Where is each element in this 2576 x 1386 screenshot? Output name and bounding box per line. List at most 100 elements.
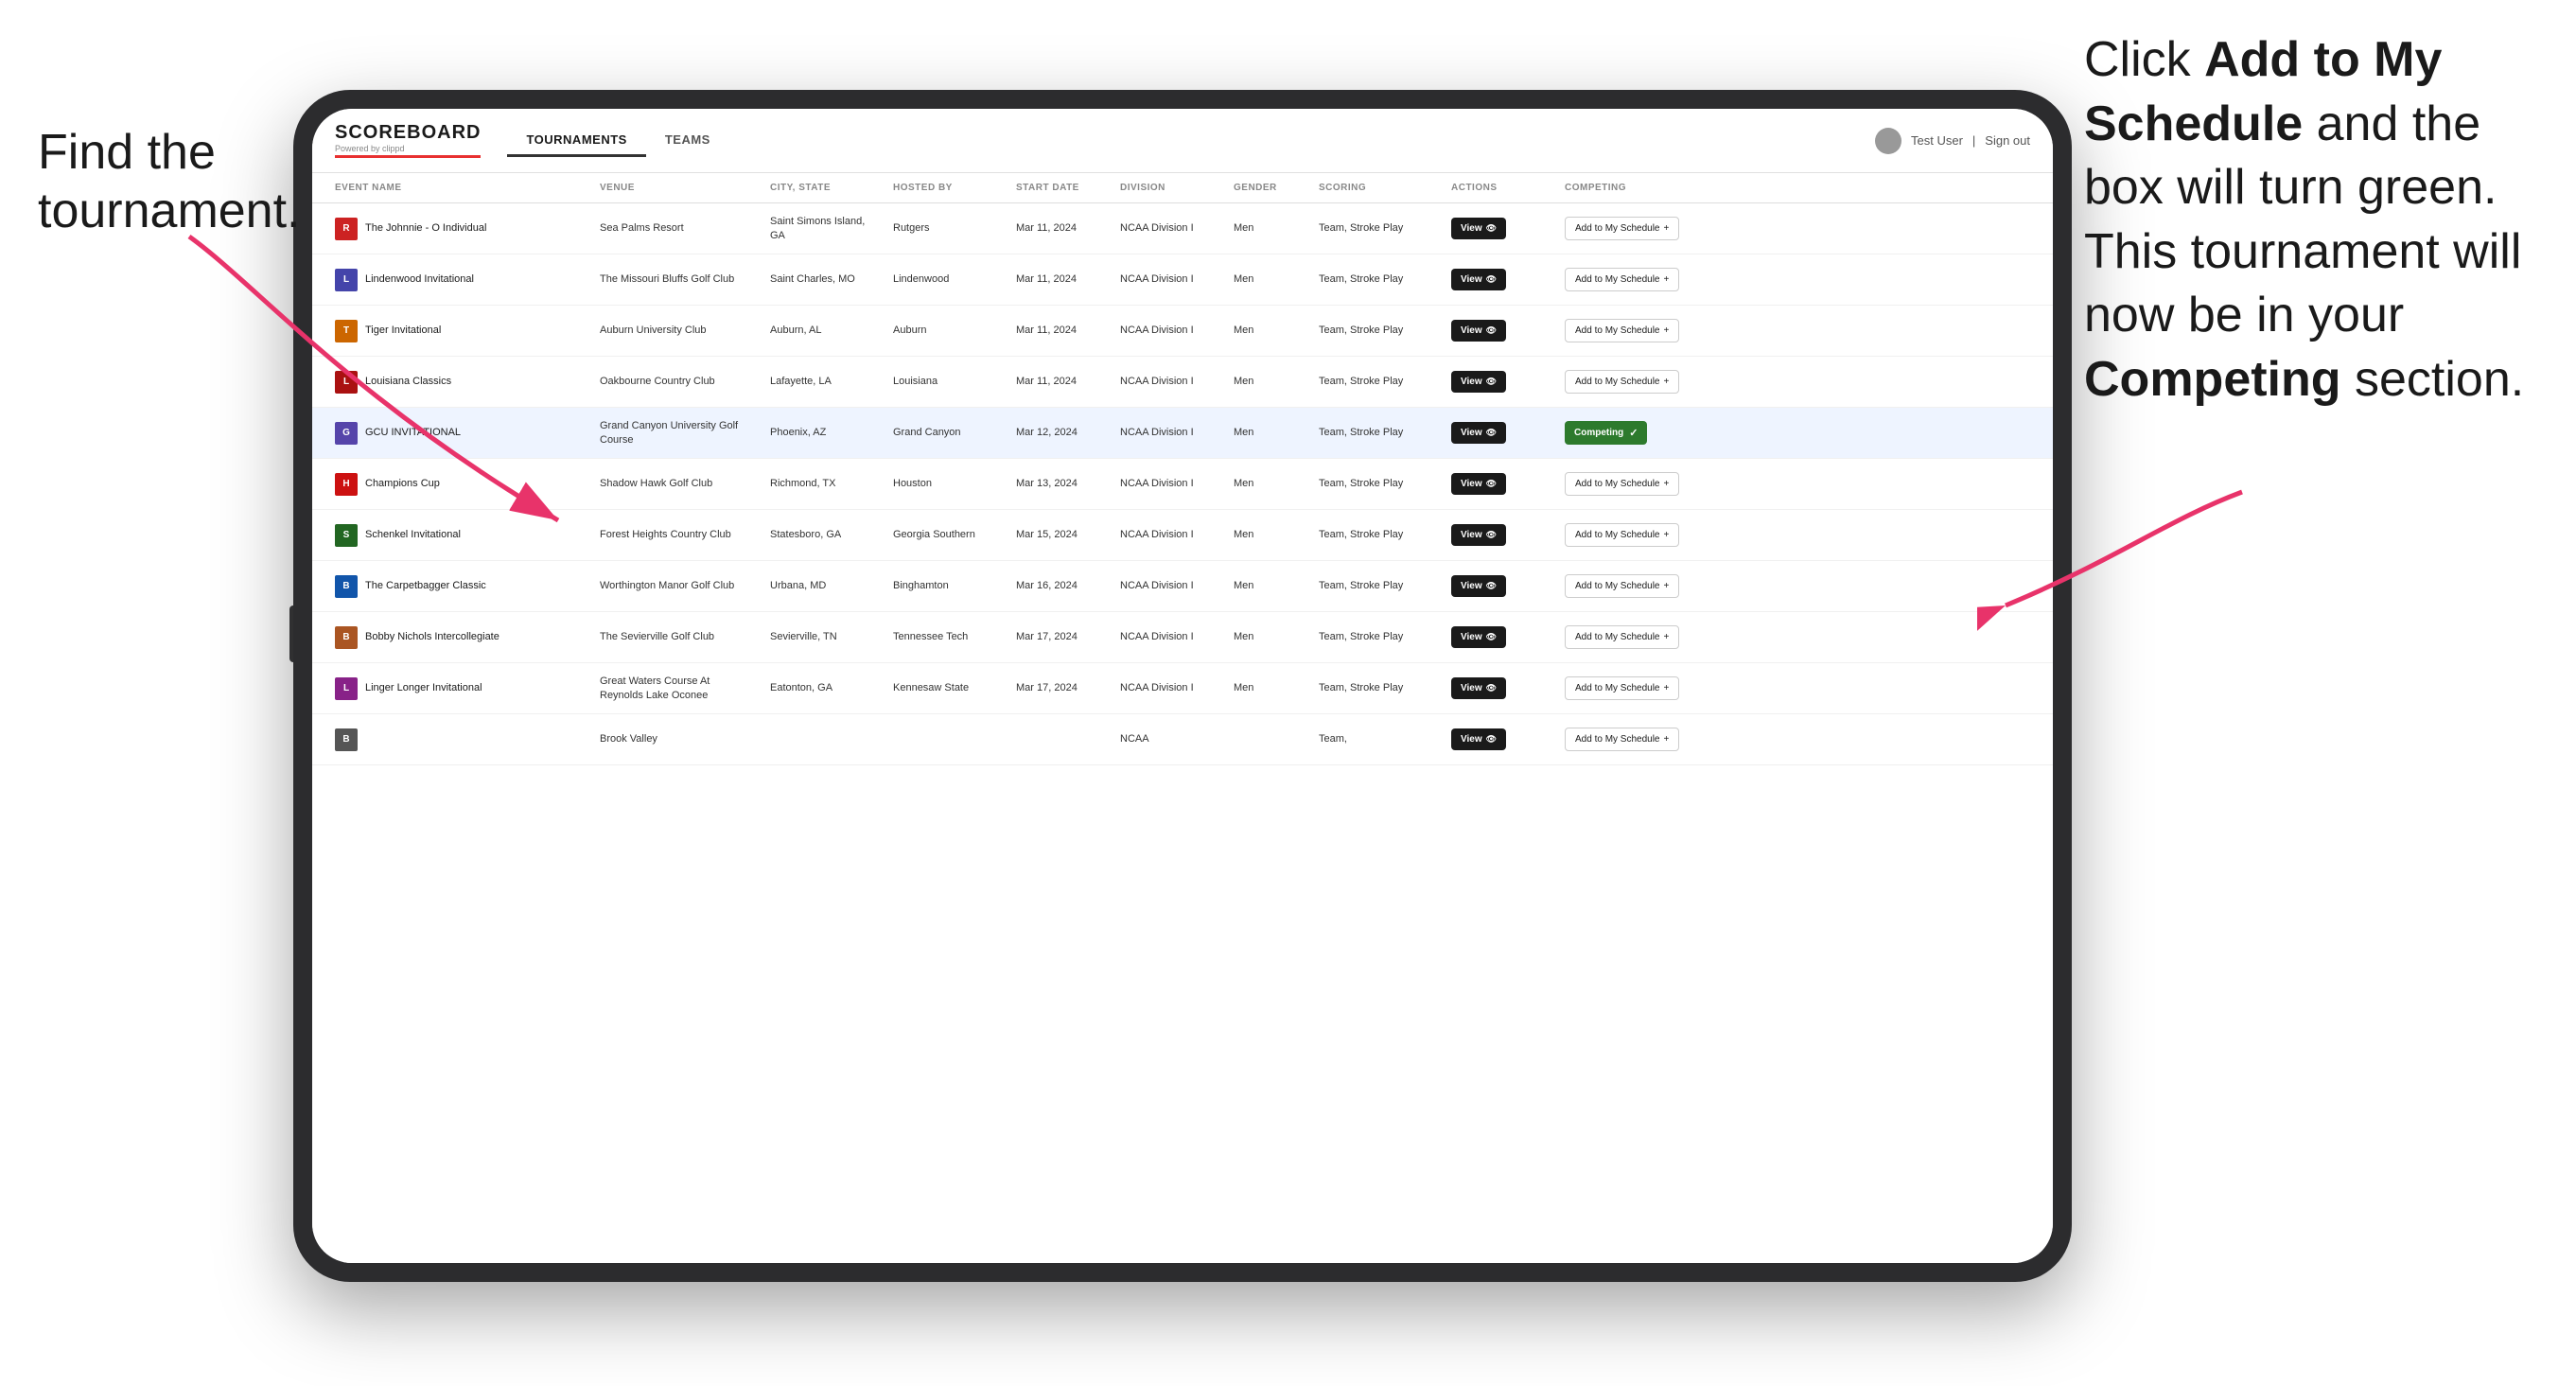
- view-button[interactable]: View 👁: [1451, 473, 1506, 495]
- actions-cell: View 👁: [1444, 517, 1557, 553]
- view-label: View: [1461, 581, 1482, 591]
- competing-cell: Competing ✓: [1557, 413, 1727, 452]
- view-label: View: [1461, 734, 1482, 745]
- scoring-cell: Team, Stroke Play: [1311, 367, 1444, 395]
- add-to-schedule-button[interactable]: Add to My Schedule +: [1565, 523, 1679, 547]
- view-button[interactable]: View 👁: [1451, 524, 1506, 546]
- actions-cell: View 👁: [1444, 210, 1557, 247]
- sign-out-link[interactable]: Sign out: [1985, 133, 2030, 148]
- add-to-schedule-button[interactable]: Add to My Schedule +: [1565, 370, 1679, 394]
- plus-icon: +: [1664, 377, 1670, 387]
- check-icon: ✓: [1629, 427, 1638, 439]
- city-state-cell: Saint Simons Island, GA: [762, 207, 885, 250]
- add-to-schedule-button[interactable]: Add to My Schedule +: [1565, 319, 1679, 342]
- add-to-schedule-button[interactable]: Add to My Schedule +: [1565, 728, 1679, 751]
- col-scoring: SCORING: [1311, 173, 1444, 202]
- hosted-by-cell: Tennessee Tech: [885, 623, 1008, 651]
- division-cell: NCAA Division I: [1113, 367, 1226, 395]
- add-to-schedule-button[interactable]: Add to My Schedule +: [1565, 676, 1679, 700]
- actions-cell: View 👁: [1444, 312, 1557, 349]
- actions-cell: View 👁: [1444, 619, 1557, 656]
- plus-icon: +: [1664, 223, 1670, 234]
- actions-cell: View 👁: [1444, 670, 1557, 707]
- division-cell: NCAA Division I: [1113, 520, 1226, 549]
- col-actions: ACTIONS: [1444, 173, 1557, 202]
- city-state-cell: Statesboro, GA: [762, 520, 885, 549]
- view-button[interactable]: View 👁: [1451, 626, 1506, 648]
- view-button[interactable]: View 👁: [1451, 728, 1506, 750]
- start-date-cell: [1008, 732, 1113, 747]
- gender-cell: Men: [1226, 623, 1311, 651]
- plus-icon: +: [1664, 325, 1670, 336]
- add-schedule-label: Add to My Schedule: [1575, 632, 1660, 642]
- competing-cell: Add to My Schedule +: [1557, 669, 1727, 708]
- eye-icon: 👁: [1486, 479, 1497, 489]
- team-logo: L: [335, 677, 358, 700]
- add-schedule-label: Add to My Schedule: [1575, 274, 1660, 285]
- view-button[interactable]: View 👁: [1451, 371, 1506, 393]
- city-state-cell: [762, 732, 885, 747]
- col-event-name: EVENT NAME: [327, 173, 592, 202]
- event-name: Linger Longer Invitational: [365, 681, 482, 694]
- hosted-by-cell: Louisiana: [885, 367, 1008, 395]
- eye-icon: 👁: [1486, 274, 1497, 285]
- start-date-cell: Mar 17, 2024: [1008, 674, 1113, 702]
- hosted-by-cell: Rutgers: [885, 214, 1008, 242]
- eye-icon: 👁: [1486, 734, 1497, 745]
- view-button[interactable]: View 👁: [1451, 575, 1506, 597]
- plus-icon: +: [1664, 530, 1670, 540]
- add-to-schedule-button[interactable]: Add to My Schedule +: [1565, 217, 1679, 240]
- scoring-cell: Team, Stroke Play: [1311, 469, 1444, 498]
- view-button[interactable]: View 👁: [1451, 422, 1506, 444]
- hosted-by-cell: Kennesaw State: [885, 674, 1008, 702]
- city-state-cell: Saint Charles, MO: [762, 265, 885, 293]
- add-schedule-label: Add to My Schedule: [1575, 530, 1660, 540]
- tab-teams[interactable]: TEAMS: [646, 125, 729, 157]
- city-state-cell: Urbana, MD: [762, 571, 885, 600]
- app-logo: SCOREBOARD: [335, 123, 481, 142]
- add-to-schedule-button[interactable]: Add to My Schedule +: [1565, 268, 1679, 291]
- scoring-cell: Team, Stroke Play: [1311, 418, 1444, 447]
- eye-icon: 👁: [1486, 377, 1497, 387]
- event-name: Bobby Nichols Intercollegiate: [365, 630, 499, 643]
- plus-icon: +: [1664, 581, 1670, 591]
- tab-tournaments[interactable]: TOURNAMENTS: [507, 125, 645, 157]
- view-label: View: [1461, 632, 1482, 642]
- view-button[interactable]: View 👁: [1451, 677, 1506, 699]
- add-to-schedule-button[interactable]: Add to My Schedule +: [1565, 472, 1679, 496]
- hosted-by-cell: Grand Canyon: [885, 418, 1008, 447]
- table-row: B Brook ValleyNCAATeam, View 👁 Add to My…: [312, 714, 2053, 765]
- annotation-right: Click Add to My Schedule and the box wil…: [2084, 28, 2538, 412]
- start-date-cell: Mar 11, 2024: [1008, 367, 1113, 395]
- division-cell: NCAA Division I: [1113, 571, 1226, 600]
- plus-icon: +: [1664, 479, 1670, 489]
- eye-icon: 👁: [1486, 223, 1497, 234]
- add-to-schedule-button[interactable]: Add to My Schedule +: [1565, 625, 1679, 649]
- view-label: View: [1461, 377, 1482, 387]
- view-button[interactable]: View 👁: [1451, 269, 1506, 290]
- hosted-by-cell: Auburn: [885, 316, 1008, 344]
- view-label: View: [1461, 479, 1482, 489]
- eye-icon: 👁: [1486, 683, 1497, 693]
- right-arrow: [1977, 464, 2261, 653]
- add-schedule-label: Add to My Schedule: [1575, 683, 1660, 693]
- col-hosted-by: HOSTED BY: [885, 173, 1008, 202]
- actions-cell: View 👁: [1444, 465, 1557, 502]
- view-button[interactable]: View 👁: [1451, 218, 1506, 239]
- gender-cell: Men: [1226, 418, 1311, 447]
- table-header: EVENT NAME VENUE CITY, STATE HOSTED BY S…: [312, 173, 2053, 203]
- competing-cell: Add to My Schedule +: [1557, 260, 1727, 299]
- city-state-cell: Sevierville, TN: [762, 623, 885, 651]
- plus-icon: +: [1664, 683, 1670, 693]
- competing-cell: Add to My Schedule +: [1557, 516, 1727, 554]
- eye-icon: 👁: [1486, 325, 1497, 336]
- add-to-schedule-button[interactable]: Add to My Schedule +: [1565, 574, 1679, 598]
- actions-cell: View 👁: [1444, 414, 1557, 451]
- scoring-cell: Team, Stroke Play: [1311, 674, 1444, 702]
- competing-cell: Add to My Schedule +: [1557, 567, 1727, 605]
- gender-cell: Men: [1226, 469, 1311, 498]
- col-city-state: CITY, STATE: [762, 173, 885, 202]
- view-button[interactable]: View 👁: [1451, 320, 1506, 342]
- table-row: B Bobby Nichols Intercollegiate The Sevi…: [312, 612, 2053, 663]
- competing-button[interactable]: Competing ✓: [1565, 421, 1647, 445]
